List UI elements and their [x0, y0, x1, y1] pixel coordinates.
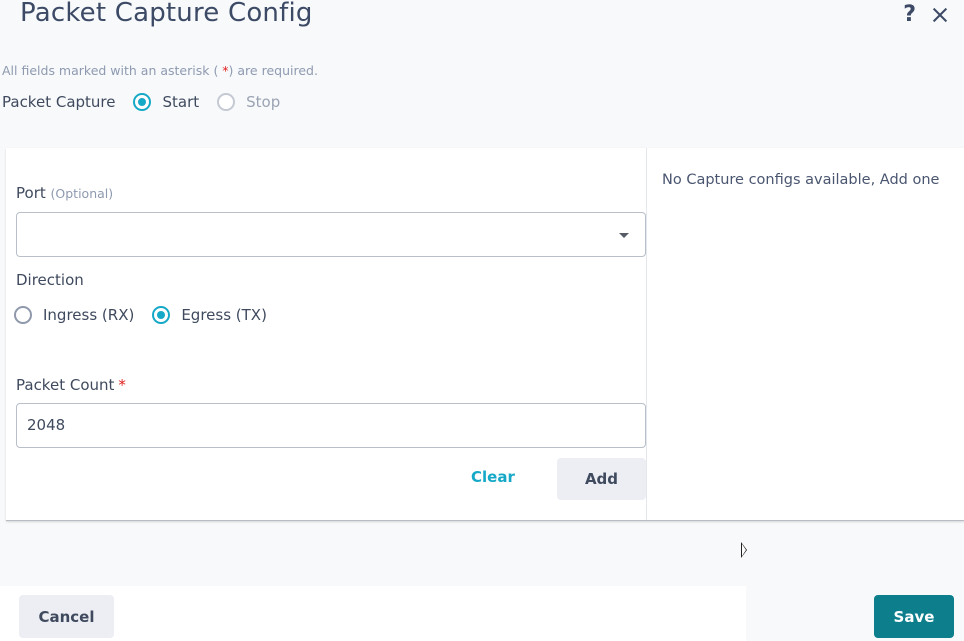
- required-note-suffix: ) are required.: [228, 63, 318, 78]
- packet-count-input[interactable]: 2048: [16, 403, 646, 448]
- chevron-down-icon[interactable]: [619, 233, 629, 238]
- empty-configs-message: No Capture configs available, Add one: [662, 172, 940, 188]
- radio-selected-icon[interactable]: [133, 93, 152, 111]
- radio-ingress[interactable]: Ingress (RX): [14, 306, 134, 324]
- radio-start[interactable]: Start: [133, 93, 199, 111]
- radio-ingress-label: Ingress (RX): [43, 306, 135, 324]
- radio-start-label: Start: [162, 93, 200, 111]
- direction-radio-group: Ingress (RX) Egress (TX): [14, 306, 285, 324]
- packet-capture-label: Packet Capture: [2, 93, 116, 111]
- mouse-cursor-icon: [741, 542, 747, 558]
- optional-hint: (Optional): [50, 186, 114, 201]
- port-label: Port (Optional): [16, 184, 113, 202]
- save-button[interactable]: Save: [874, 595, 954, 638]
- header-actions: ?: [903, 2, 950, 28]
- clear-button[interactable]: Clear: [471, 468, 515, 486]
- radio-unselected-icon[interactable]: [14, 306, 32, 324]
- port-label-text: Port: [16, 184, 46, 202]
- required-note-prefix: All fields marked with an asterisk (: [2, 63, 223, 78]
- radio-selected-icon[interactable]: [152, 306, 171, 324]
- cancel-button[interactable]: Cancel: [19, 595, 114, 638]
- capture-config-form: Port (Optional) Direction Ingress (RX) E…: [6, 148, 647, 520]
- radio-stop-label: Stop: [246, 93, 281, 111]
- direction-label: Direction: [16, 271, 84, 289]
- radio-stop[interactable]: Stop: [217, 93, 280, 111]
- capture-config-panel: Port (Optional) Direction Ingress (RX) E…: [6, 148, 964, 521]
- add-button[interactable]: Add: [557, 458, 646, 500]
- required-asterisk: *: [118, 376, 126, 394]
- packet-count-label: Packet Count *: [16, 376, 126, 394]
- help-icon[interactable]: ?: [903, 2, 916, 28]
- close-icon[interactable]: [930, 5, 950, 25]
- required-fields-note: All fields marked with an asterisk ( *) …: [2, 63, 318, 78]
- radio-egress-label: Egress (TX): [181, 306, 267, 324]
- radio-egress[interactable]: Egress (TX): [152, 306, 267, 324]
- dialog-title: Packet Capture Config: [20, 0, 313, 28]
- port-select[interactable]: [16, 212, 646, 257]
- packet-count-label-text: Packet Count: [16, 376, 115, 394]
- radio-unselected-icon[interactable]: [217, 93, 236, 111]
- packet-capture-radio-group: Packet Capture Start Stop: [2, 93, 298, 111]
